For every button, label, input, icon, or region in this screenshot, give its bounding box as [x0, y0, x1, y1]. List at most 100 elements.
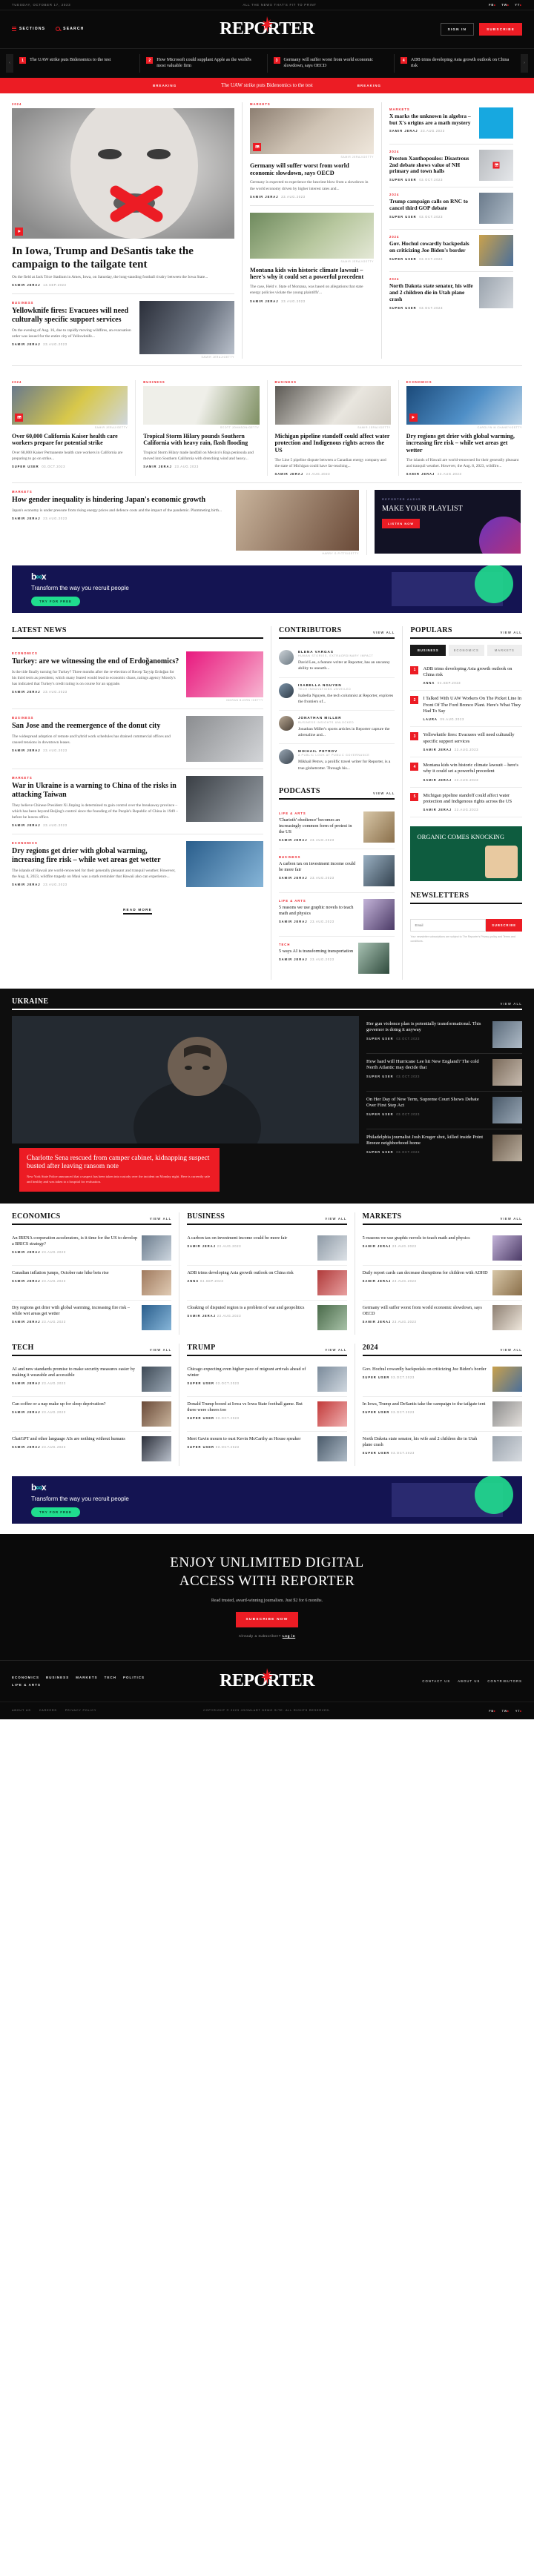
lead-article-title[interactable]: In Iowa, Trump and DeSantis take the cam…	[12, 245, 234, 271]
playlist-promo[interactable]: REPORTER AUDIO MAKE YOUR PLAYLIST LISTEN…	[375, 489, 521, 554]
article-title[interactable]: Dry regions get drier with global warmin…	[406, 433, 522, 454]
site-logo[interactable]: REPORTER	[220, 16, 314, 39]
article-kicker[interactable]: MARKETS	[12, 776, 179, 780]
popular-item[interactable]: 5 Michigan pipeline standoff could affec…	[410, 788, 522, 818]
slider-prev-arrow[interactable]: ‹	[6, 54, 13, 73]
article-thumbnail[interactable]	[492, 1304, 522, 1330]
headline-item[interactable]: 4 ADB trims developing Asia growth outlo…	[395, 54, 521, 73]
boox-ad-banner-bottom[interactable]: b∞x Transform the way you recruit people…	[12, 1475, 522, 1524]
article-kicker[interactable]: 2024	[389, 150, 474, 153]
youtube-icon[interactable]: YT▸	[515, 3, 522, 7]
article-thumbnail[interactable]	[479, 277, 513, 309]
tab-markets[interactable]: MARKETS	[487, 644, 523, 656]
category-item[interactable]: Can coffee or a nap make up for sleep de…	[12, 1397, 172, 1432]
article-thumbnail[interactable]	[317, 1366, 347, 1392]
popular-item[interactable]: 4 Montana kids win historic climate laws…	[410, 757, 522, 788]
article-image[interactable]	[250, 107, 374, 154]
contributor-item[interactable]: MIKHAIL PETROV A PUBLIC LOOK AT PUBLIC G…	[278, 744, 395, 777]
article-kicker[interactable]: 2024	[12, 380, 128, 384]
sign-in-button[interactable]: SIGN IN	[440, 23, 475, 36]
article-kicker[interactable]: LIFE & ARTS	[279, 899, 359, 903]
view-all-link[interactable]: VIEW ALL	[150, 1217, 171, 1221]
ukraine-item[interactable]: Philadelphia journalist Josh Kruger shot…	[366, 1129, 522, 1166]
footer-link-life-arts[interactable]: LIFE & ARTS	[12, 1683, 41, 1687]
article-thumbnail[interactable]	[142, 1304, 172, 1330]
contributor-item[interactable]: ELENA VARGAS HUMAN STORIES, EXTRAORDINAR…	[278, 645, 395, 678]
sections-button[interactable]: SECTIONS	[12, 27, 45, 32]
ukraine-item[interactable]: How hard will Hurricane Lee hit New Engl…	[366, 1054, 522, 1092]
category-item[interactable]: Daily report cards can decrease disrupti…	[362, 1266, 522, 1301]
footer-link-contributors[interactable]: CONTRIBUTORS	[487, 1679, 522, 1683]
category-item[interactable]: Germany will suffer worst from world eco…	[363, 1301, 522, 1335]
article-title[interactable]: X marks the unknown in algebra – but X's…	[389, 113, 474, 127]
article-kicker[interactable]: TECH	[279, 943, 353, 946]
article-thumbnail[interactable]	[317, 1269, 347, 1295]
category-item[interactable]: AI and new standards promise to make sec…	[12, 1362, 172, 1397]
article-image[interactable]	[185, 715, 263, 762]
organic-promo[interactable]: ORGANIC COMES KNOCKING	[410, 826, 522, 882]
article-author[interactable]: SAMIR JERAJ	[12, 823, 41, 827]
article-thumbnail[interactable]	[492, 1401, 522, 1427]
article-kicker[interactable]: BUSINESS	[275, 380, 391, 384]
article-kicker[interactable]: 2024	[389, 277, 474, 281]
subfooter-link-careers[interactable]: CAREERS	[39, 1709, 57, 1712]
category-item[interactable]: North Dakota state senator, his wife and…	[363, 1432, 522, 1466]
article-kicker[interactable]: BUSINESS	[279, 855, 359, 859]
footer-link-politics[interactable]: POLITICS	[123, 1676, 145, 1679]
contributor-item[interactable]: JONATHAN MILLER BUSINESS INSIGHTS UNLOCK…	[278, 711, 395, 744]
article-thumbnail[interactable]	[492, 1366, 522, 1392]
article-thumbnail[interactable]	[492, 1020, 522, 1048]
article-author[interactable]: SAMIR JERAJ	[250, 195, 279, 199]
article-kicker[interactable]: MARKETS	[389, 107, 474, 111]
article-title[interactable]: Germany will suffer worst from world eco…	[250, 162, 374, 177]
article-image[interactable]	[250, 212, 374, 259]
ukraine-item[interactable]: On Her Day of New Term, Supreme Court Sh…	[366, 1092, 522, 1129]
article-title[interactable]: North Dakota state senator, his wife and…	[389, 282, 474, 303]
article-kicker[interactable]: ECONOMICS	[406, 380, 522, 384]
view-all-link[interactable]: VIEW ALL	[501, 1002, 522, 1006]
article-thumbnail[interactable]	[492, 1269, 522, 1295]
tab-economics[interactable]: ECONOMICS	[448, 644, 484, 656]
view-all-link[interactable]: VIEW ALL	[373, 791, 395, 795]
view-all-link[interactable]: VIEW ALL	[501, 631, 522, 634]
category-item[interactable]: Cloaking of disputed region is a problem…	[187, 1301, 347, 1335]
footer-link-about-us[interactable]: ABOUT US	[458, 1679, 480, 1683]
article-thumbnail[interactable]	[142, 1435, 172, 1461]
tab-business[interactable]: BUSINESS	[410, 644, 446, 656]
youtube-icon[interactable]: YT▸	[515, 1709, 522, 1713]
article-author[interactable]: SAMIR JERAJ	[143, 465, 172, 468]
article-author[interactable]: SAMIR JERAJ	[406, 472, 435, 476]
category-item[interactable]: A carbon tax on investment income could …	[187, 1231, 347, 1266]
article-author[interactable]: SAMIR JERAJ	[12, 883, 41, 886]
article-author[interactable]: SAMIR JERAJ	[389, 129, 418, 133]
article-kicker[interactable]: MARKETS	[250, 102, 374, 106]
article-thumbnail[interactable]	[479, 235, 513, 267]
article-title[interactable]: Montana kids win historic climate lawsui…	[250, 267, 374, 282]
footer-link-business[interactable]: BUSINESS	[46, 1676, 69, 1679]
article-thumbnail[interactable]	[317, 1304, 347, 1330]
article-thumbnail[interactable]	[479, 107, 513, 139]
article-image[interactable]	[143, 385, 260, 425]
ukraine-item[interactable]: Her gun violence plan is potentially tra…	[366, 1016, 522, 1054]
view-all-link[interactable]: VIEW ALL	[325, 1348, 346, 1352]
article-image[interactable]	[139, 300, 234, 354]
ad-cta-button[interactable]: TRY FOR FREE	[31, 597, 80, 607]
article-title[interactable]: Gov. Hochul cowardly backpedals on criti…	[389, 240, 474, 254]
facebook-icon[interactable]: FB▸	[489, 1709, 495, 1713]
popular-item[interactable]: 1 ADB trims developing Asia growth outlo…	[410, 661, 522, 691]
article-thumbnail[interactable]	[317, 1401, 347, 1427]
article-thumbnail[interactable]	[142, 1269, 172, 1295]
twitter-icon[interactable]: TW▸	[502, 1709, 510, 1713]
search-button[interactable]: SEARCH	[56, 27, 84, 32]
article-image[interactable]	[236, 489, 359, 551]
article-kicker[interactable]: BUSINESS	[12, 301, 133, 305]
footer-link-markets[interactable]: MARKETS	[76, 1676, 97, 1679]
podcast-item[interactable]: LIFE & ARTS 'Charioth' obedience' become…	[278, 806, 395, 849]
category-item[interactable]: Canadian inflation jumps, October rate h…	[12, 1266, 172, 1301]
article-thumbnail[interactable]	[317, 1235, 347, 1261]
article-thumbnail[interactable]	[492, 1096, 522, 1123]
article-kicker[interactable]: BUSINESS	[143, 380, 259, 384]
article-author[interactable]: SUPER USER	[12, 465, 39, 468]
article-author[interactable]: SUPER USER	[389, 257, 417, 261]
podcast-thumbnail[interactable]	[358, 942, 390, 974]
